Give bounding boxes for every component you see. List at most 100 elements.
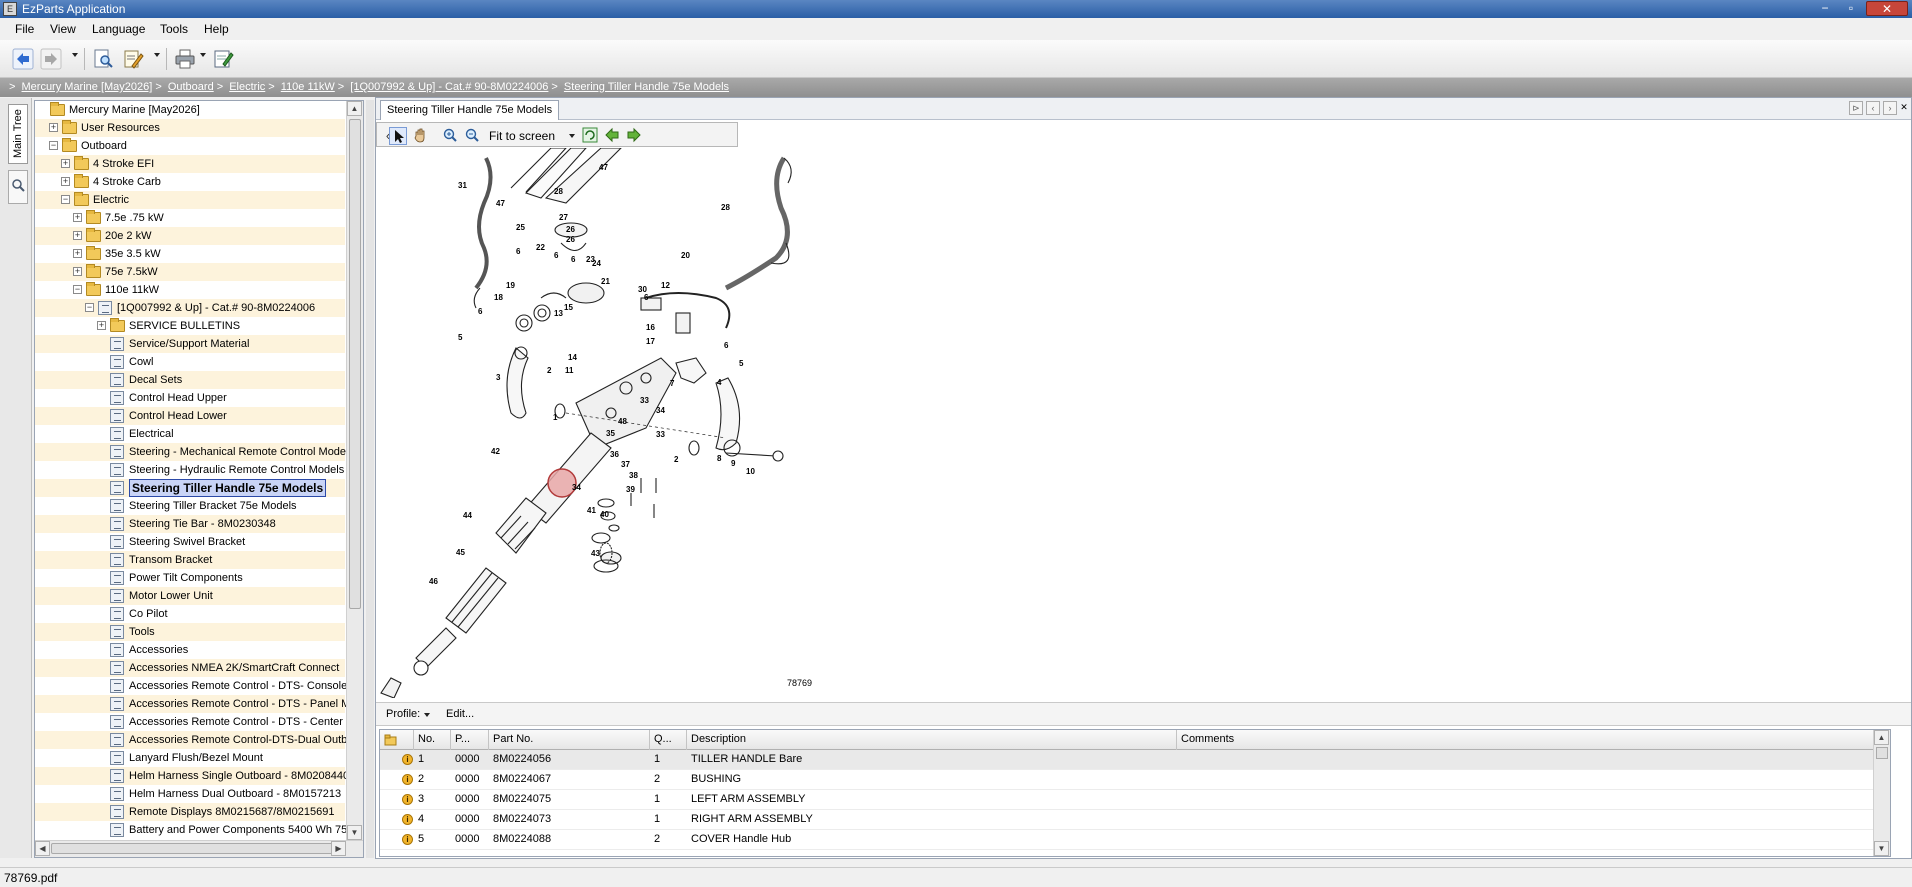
callout-number[interactable]: 2 bbox=[674, 455, 679, 464]
parts-table-scrollbar[interactable]: ▲ ▼ bbox=[1873, 730, 1890, 856]
scroll-thumb[interactable] bbox=[349, 119, 361, 609]
callout-number[interactable]: 46 bbox=[429, 577, 438, 586]
callout-number[interactable]: 13 bbox=[554, 309, 563, 318]
tab-steering-tiller-handle[interactable]: Steering Tiller Handle 75e Models bbox=[380, 100, 560, 120]
tree-item[interactable]: Helm Harness Dual Outboard - 8M0157213 bbox=[35, 785, 345, 803]
tab-scroll-left-icon[interactable]: ‹ bbox=[1866, 101, 1880, 115]
callout-number[interactable]: 1 bbox=[553, 413, 558, 422]
callout-number[interactable]: 37 bbox=[621, 460, 630, 469]
tree-item[interactable]: − [1Q007992 & Up] - Cat.# 90-8M0224006 bbox=[35, 299, 345, 317]
tree-item[interactable]: Service/Support Material bbox=[35, 335, 345, 353]
tree-item[interactable]: +4 Stroke EFI bbox=[35, 155, 345, 173]
scroll-right-icon[interactable]: ▶ bbox=[331, 841, 346, 856]
exploded-parts-drawing[interactable]: 314747282725 26266 226 6 2324213028201918651… bbox=[376, 148, 816, 698]
callout-number[interactable]: 28 bbox=[554, 187, 563, 196]
main-tree-tab[interactable]: Main Tree bbox=[8, 104, 28, 164]
zoom-mode-select[interactable]: Fit to screen bbox=[489, 129, 555, 143]
column-p[interactable]: P... bbox=[451, 730, 489, 750]
callout-number[interactable]: 39 bbox=[626, 485, 635, 494]
scroll-down-icon[interactable]: ▼ bbox=[347, 825, 362, 840]
collapse-icon[interactable]: − bbox=[85, 303, 94, 312]
table-row[interactable]: i 1 0000 8M0224056 1 TILLER HANDLE Bare bbox=[380, 750, 1890, 770]
notes-button[interactable] bbox=[212, 48, 234, 70]
info-icon[interactable]: i bbox=[402, 774, 413, 785]
breadcrumb-link[interactable]: Mercury Marine [May2026] bbox=[22, 81, 153, 93]
panel-splitter[interactable] bbox=[366, 100, 374, 858]
callout-number[interactable]: 36 bbox=[610, 450, 619, 459]
table-row[interactable]: i 3 0000 8M0224075 1 LEFT ARM ASSEMBLY bbox=[380, 790, 1890, 810]
next-page-icon[interactable] bbox=[625, 127, 643, 145]
maximize-button[interactable]: ▫ bbox=[1840, 1, 1862, 16]
zoom-in-icon[interactable] bbox=[441, 127, 459, 145]
scroll-thumb[interactable] bbox=[1876, 747, 1888, 759]
tree-item[interactable]: Accessories Remote Control - DTS - Panel… bbox=[35, 695, 356, 713]
scroll-up-icon[interactable]: ▲ bbox=[347, 101, 362, 116]
tree-item[interactable]: − Outboard bbox=[35, 137, 345, 155]
breadcrumb-link[interactable]: Electric bbox=[229, 81, 265, 93]
close-button[interactable]: ✕ bbox=[1866, 1, 1908, 16]
callout-number[interactable]: 15 bbox=[564, 303, 573, 312]
scroll-up-icon[interactable]: ▲ bbox=[1874, 730, 1889, 745]
zoom-out-icon[interactable] bbox=[463, 127, 481, 145]
table-row[interactable]: i 2 0000 8M0224067 2 BUSHING bbox=[380, 770, 1890, 790]
tree-item[interactable]: +20e 2 kW bbox=[35, 227, 345, 245]
tree-item[interactable]: − Electric bbox=[35, 191, 345, 209]
callout-number[interactable]: 3 bbox=[496, 373, 501, 382]
callout-number[interactable]: 20 bbox=[681, 251, 690, 260]
tree-item[interactable]: Steering Swivel Bracket bbox=[35, 533, 345, 551]
collapse-icon[interactable]: − bbox=[61, 195, 70, 204]
callout-number[interactable]: 6 bbox=[478, 307, 483, 316]
pin-icon[interactable]: ⊳ bbox=[1849, 101, 1863, 115]
tree-item[interactable]: Accessories Remote Control - DTS - Cente… bbox=[35, 713, 354, 731]
expand-icon[interactable]: + bbox=[73, 267, 82, 276]
tree-item[interactable]: Electrical bbox=[35, 425, 345, 443]
menu-tools[interactable]: Tools bbox=[160, 22, 188, 36]
expand-icon[interactable]: + bbox=[61, 159, 70, 168]
column-qty[interactable]: Q... bbox=[650, 730, 687, 750]
tree-item[interactable]: Helm Harness Single Outboard - 8M0208440 bbox=[35, 767, 349, 785]
scroll-left-icon[interactable]: ◀ bbox=[35, 841, 50, 856]
tree-item[interactable]: Steering Tie Bar - 8M0230348 bbox=[35, 515, 345, 533]
menu-view[interactable]: View bbox=[50, 22, 76, 36]
minimize-button[interactable]: − bbox=[1814, 1, 1836, 16]
callout-number[interactable]: 16 bbox=[646, 323, 655, 332]
breadcrumb-link[interactable]: Steering Tiller Handle 75e Models bbox=[564, 81, 729, 93]
column-description[interactable]: Description bbox=[687, 730, 1177, 750]
callout-number[interactable]: 24 bbox=[592, 259, 601, 268]
back-button[interactable] bbox=[12, 48, 34, 70]
callout-number[interactable]: 18 bbox=[494, 293, 503, 302]
tree-item[interactable]: Steering - Hydraulic Remote Control Mode… bbox=[35, 461, 345, 479]
tree-item[interactable]: Transom Bracket bbox=[35, 551, 345, 569]
scroll-down-icon[interactable]: ▼ bbox=[1874, 841, 1889, 856]
select-pointer-icon[interactable] bbox=[389, 127, 407, 145]
callout-number[interactable]: 4 bbox=[717, 378, 722, 387]
callout-number[interactable]: 5 bbox=[458, 333, 463, 342]
tree-item[interactable]: Lanyard Flush/Bezel Mount bbox=[35, 749, 345, 767]
callout-number[interactable]: 47 bbox=[599, 163, 608, 172]
callout-number[interactable]: 5 bbox=[739, 359, 744, 368]
callout-number[interactable]: 11 bbox=[565, 366, 574, 375]
callout-number[interactable]: 6 bbox=[516, 247, 521, 256]
tree-item[interactable]: Motor Lower Unit bbox=[35, 587, 345, 605]
tree-item[interactable]: Control Head Lower bbox=[35, 407, 345, 425]
breadcrumb-link[interactable]: Outboard bbox=[168, 81, 214, 93]
table-row[interactable]: i 4 0000 8M0224073 1 RIGHT ARM ASSEMBLY bbox=[380, 810, 1890, 830]
tree-item[interactable]: + SERVICE BULLETINS bbox=[35, 317, 345, 335]
tree-item[interactable]: Steering - Mechanical Remote Control Mod… bbox=[35, 443, 354, 461]
tree-item[interactable]: Accessories Remote Control-DTS-Dual Outb… bbox=[35, 731, 353, 749]
list-dropdown-icon[interactable] bbox=[154, 53, 160, 57]
expand-icon[interactable]: + bbox=[73, 231, 82, 240]
column-part-no[interactable]: Part No. bbox=[489, 730, 650, 750]
callout-number[interactable]: 38 bbox=[629, 471, 638, 480]
callout-number[interactable]: 44 bbox=[463, 511, 472, 520]
tree-item[interactable]: +75e 7.5kW bbox=[35, 263, 345, 281]
callout-number[interactable]: 48 bbox=[618, 417, 627, 426]
profile-edit-button[interactable]: Edit... bbox=[446, 708, 474, 720]
callout-number[interactable]: 9 bbox=[731, 459, 736, 468]
callout-number[interactable]: 6 bbox=[554, 251, 559, 260]
history-dropdown-icon[interactable] bbox=[72, 53, 78, 57]
expand-icon[interactable]: + bbox=[61, 177, 70, 186]
collapse-icon[interactable]: − bbox=[49, 141, 58, 150]
callout-number[interactable]: 19 bbox=[506, 281, 515, 290]
tree-item[interactable]: Co Pilot bbox=[35, 605, 345, 623]
